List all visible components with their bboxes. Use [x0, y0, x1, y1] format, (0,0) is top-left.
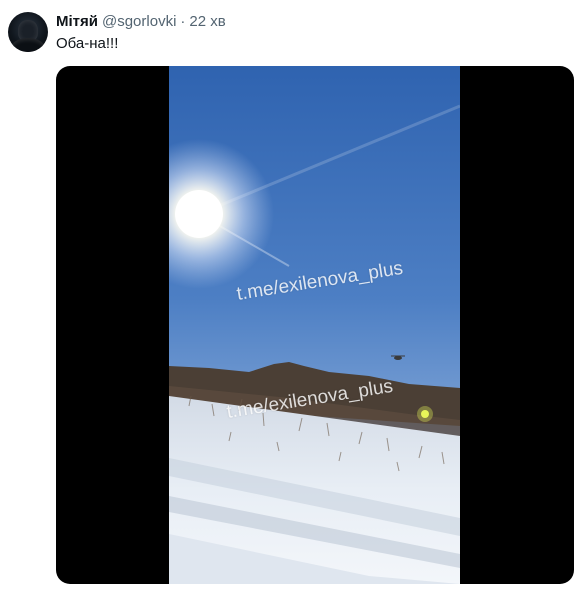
video-scene [169, 66, 460, 584]
helicopter [394, 356, 402, 360]
avatar-shoulders [11, 38, 45, 52]
sun-core [175, 190, 223, 238]
tweet-card: Мітяй @sgorlovki · 22 хв Оба-на!!! t.me/… [0, 0, 584, 596]
author-handle[interactable]: @sgorlovki [102, 13, 176, 30]
avatar[interactable] [8, 12, 48, 52]
author-name[interactable]: Мітяй [56, 13, 98, 30]
separator-dot: · [180, 13, 186, 30]
flare-halo [417, 406, 433, 422]
media-container[interactable]: t.me/exilenova_plus t.me/exilenova_plus [56, 66, 574, 584]
tweet-header: Мітяй @sgorlovki · 22 хв [56, 13, 226, 33]
tweet-text: Оба-на!!! [56, 35, 119, 52]
video-frame[interactable]: t.me/exilenova_plus t.me/exilenova_plus [169, 66, 460, 584]
tweet-timestamp[interactable]: 22 хв [189, 13, 225, 30]
